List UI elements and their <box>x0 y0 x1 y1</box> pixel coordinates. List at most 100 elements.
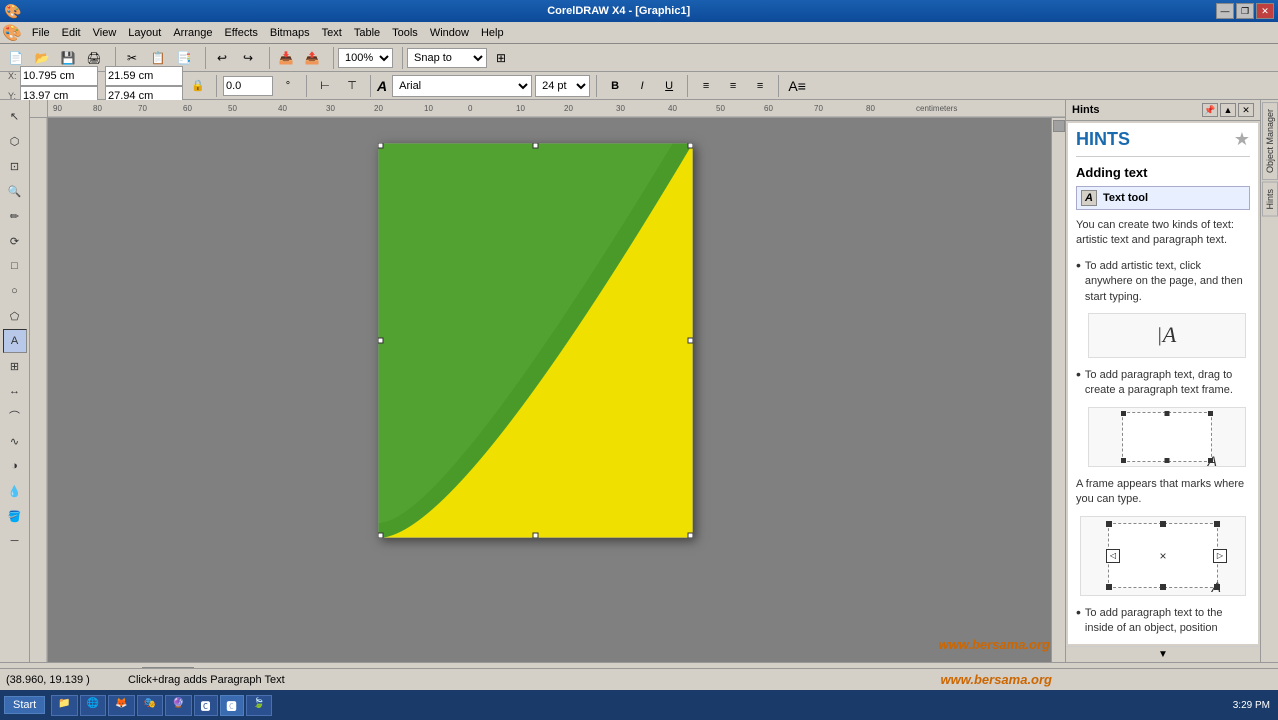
app-icon: 🎨 <box>4 3 21 20</box>
bold-button[interactable]: B <box>603 75 627 97</box>
clock: 3:29 PM <box>1233 700 1270 711</box>
dimension-tool[interactable]: ↔ <box>3 379 27 403</box>
toolbox: ↖ ⬡ ⊡ 🔍 ✏ ⟳ □ ○ ⬠ A ⊞ ↔ ⌒ ∿ ◑ 💧 🪣 ─ <box>0 100 30 662</box>
italic-button[interactable]: I <box>630 75 654 97</box>
vertical-scrollbar[interactable] <box>1051 118 1065 662</box>
taskbar-corel2[interactable]: 🅲 <box>220 695 244 716</box>
rectangle-tool[interactable]: □ <box>3 254 27 278</box>
freehand-tool[interactable]: ✏ <box>3 204 27 228</box>
select-tool[interactable]: ↖ <box>3 104 27 128</box>
connector-tool[interactable]: ⌒ <box>3 404 27 428</box>
taskbar-app1[interactable]: 🎭 <box>137 695 163 716</box>
taskbar-app3[interactable]: 🍃 <box>246 695 272 716</box>
canvas-area[interactable]: 90 80 70 60 50 40 30 20 10 0 10 20 30 40… <box>30 100 1065 662</box>
taskbar-ff[interactable]: 🦊 <box>108 695 134 716</box>
align-center-button[interactable]: ≡ <box>721 75 745 97</box>
prop-sep-3 <box>370 75 371 97</box>
app-menu-icon: 🎨 <box>2 23 22 43</box>
eyedropper-tool[interactable]: 💧 <box>3 479 27 503</box>
svg-text:50: 50 <box>228 104 237 113</box>
angle-unit: ° <box>276 75 300 97</box>
ruler-corner <box>30 100 48 118</box>
ruler-vertical <box>30 118 48 662</box>
text-tool-label: Text tool <box>1103 192 1148 204</box>
smart-draw-tool[interactable]: ⟳ <box>3 229 27 253</box>
taskbar-file-mgr[interactable]: 📁 <box>51 695 77 716</box>
svg-text:60: 60 <box>764 104 773 113</box>
menu-tools[interactable]: Tools <box>386 25 424 41</box>
bullet-3-text: To add paragraph text to the inside of a… <box>1085 606 1250 637</box>
menu-edit[interactable]: Edit <box>56 25 87 41</box>
taskbar-corel1[interactable]: 🅲 <box>194 695 218 716</box>
svg-text:20: 20 <box>374 104 383 113</box>
outline-tool[interactable]: ─ <box>3 529 27 553</box>
svg-text:10: 10 <box>424 104 433 113</box>
bersama-watermark: www.bersama.org <box>941 672 1053 687</box>
main-content: ↖ ⬡ ⊡ 🔍 ✏ ⟳ □ ○ ⬠ A ⊞ ↔ ⌒ ∿ ◑ 💧 🪣 ─ 90 8… <box>0 100 1278 662</box>
shape-tool[interactable]: ⬡ <box>3 129 27 153</box>
menu-layout[interactable]: Layout <box>122 25 167 41</box>
transparency-tool[interactable]: ◑ <box>3 454 27 478</box>
menu-bitmaps[interactable]: Bitmaps <box>264 25 316 41</box>
menu-text[interactable]: Text <box>316 25 348 41</box>
font-size-combo[interactable]: 24 pt 12 pt 36 pt <box>535 75 590 97</box>
blend-tool[interactable]: ∿ <box>3 429 27 453</box>
minimize-button[interactable]: — <box>1216 3 1234 19</box>
prop-sep-4 <box>596 75 597 97</box>
hints-panel: Hints 📌 ▲ ✕ HINTS ★ Adding text A T <box>1065 100 1260 662</box>
text-props-button[interactable]: A≡ <box>785 75 809 97</box>
menu-view[interactable]: View <box>87 25 123 41</box>
align-left-button[interactable]: ≡ <box>694 75 718 97</box>
canvas-workspace[interactable]: www.bersama.org <box>48 118 1065 662</box>
width-input[interactable] <box>105 66 183 86</box>
angle-input[interactable] <box>223 76 273 96</box>
menu-table[interactable]: Table <box>348 25 386 41</box>
coord-display: (38.960, 19.139 ) <box>6 674 116 686</box>
polygon-tool[interactable]: ⬠ <box>3 304 27 328</box>
underline-button[interactable]: U <box>657 75 681 97</box>
redo-button[interactable]: ↪ <box>236 46 260 70</box>
font-combo[interactable]: Arial <box>392 75 532 97</box>
text-tool active[interactable]: A <box>3 329 27 353</box>
mirror-h-button[interactable]: ⊢ <box>313 75 337 97</box>
zoom-combo[interactable]: 100% 50% 200% <box>338 48 393 68</box>
object-manager-tab[interactable]: Object Manager <box>1262 102 1278 180</box>
mirror-v-button[interactable]: ⊤ <box>340 75 364 97</box>
hints-intro: You can create two kinds of text: artist… <box>1076 218 1250 249</box>
menu-help[interactable]: Help <box>475 25 510 41</box>
snap-settings-button[interactable]: ⊞ <box>489 46 513 70</box>
align-right-button[interactable]: ≡ <box>748 75 772 97</box>
menu-arrange[interactable]: Arrange <box>167 25 218 41</box>
menu-effects[interactable]: Effects <box>218 25 263 41</box>
hints-tab[interactable]: Hints <box>1262 182 1278 217</box>
hints-scroll-down[interactable]: ▼ <box>1066 646 1260 662</box>
svg-text:80: 80 <box>93 104 102 113</box>
prop-sep-6 <box>778 75 779 97</box>
system-tray: 3:29 PM <box>1229 700 1274 711</box>
ellipse-tool[interactable]: ○ <box>3 279 27 303</box>
taskbar-app2[interactable]: 🔮 <box>165 695 191 716</box>
bullet-2-text: To add paragraph text, drag to create a … <box>1085 368 1250 399</box>
export-button[interactable]: 📤 <box>300 46 324 70</box>
close-button[interactable]: ✕ <box>1256 3 1274 19</box>
hints-collapse-button[interactable]: ▲ <box>1220 103 1236 117</box>
import-button[interactable]: 📥 <box>274 46 298 70</box>
x-input[interactable] <box>20 66 98 86</box>
table-tool[interactable]: ⊞ <box>3 354 27 378</box>
undo-button[interactable]: ↩ <box>210 46 234 70</box>
start-button[interactable]: Start <box>4 696 45 714</box>
hints-close-button[interactable]: ✕ <box>1238 103 1254 117</box>
svg-text:20: 20 <box>564 104 573 113</box>
lock-ratio-button[interactable]: 🔒 <box>186 75 210 97</box>
crop-tool[interactable]: ⊡ <box>3 154 27 178</box>
menu-window[interactable]: Window <box>424 25 475 41</box>
taskbar-browser[interactable]: 🌐 <box>80 695 106 716</box>
hints-pin-button[interactable]: 📌 <box>1202 103 1218 117</box>
snap-combo[interactable]: Snap to <box>407 48 487 68</box>
svg-text:30: 30 <box>616 104 625 113</box>
zoom-tool[interactable]: 🔍 <box>3 179 27 203</box>
fill-tool[interactable]: 🪣 <box>3 504 27 528</box>
svg-text:centimeters: centimeters <box>916 104 957 113</box>
maximize-button[interactable]: ❐ <box>1236 3 1254 19</box>
menu-file[interactable]: File <box>26 25 56 41</box>
